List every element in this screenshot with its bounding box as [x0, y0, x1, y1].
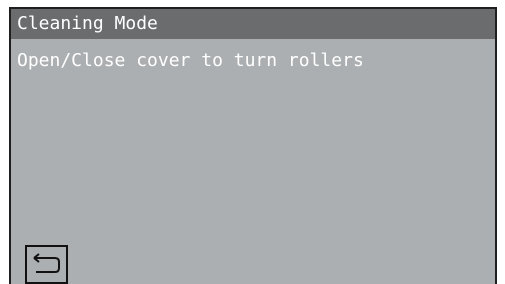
device-screen: Cleaning Mode Open/Close cover to turn r… — [9, 7, 497, 284]
instruction-message: Open/Close cover to turn rollers — [17, 50, 364, 71]
return-arrow-icon — [31, 253, 62, 276]
back-button[interactable] — [25, 245, 68, 284]
screen-title: Cleaning Mode — [11, 9, 495, 39]
